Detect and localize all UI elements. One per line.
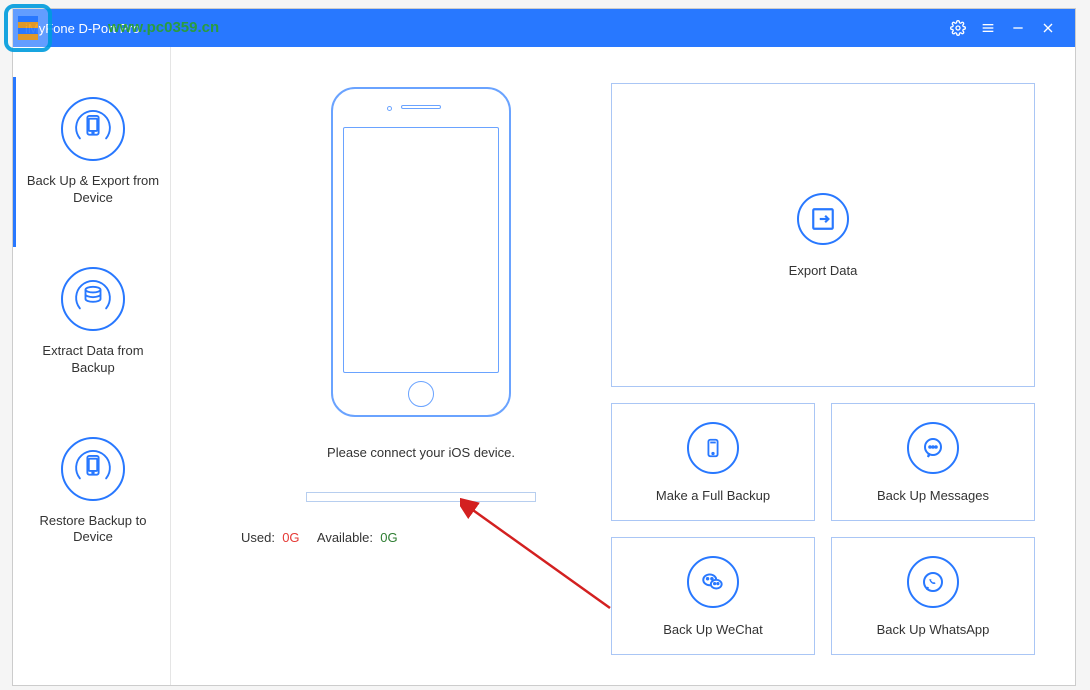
wechat-icon	[687, 556, 739, 608]
menu-button[interactable]	[973, 13, 1003, 43]
card-label: Make a Full Backup	[656, 488, 770, 503]
sidebar: Back Up & Export from Device Extract Dat…	[13, 47, 171, 685]
main-area: Please connect your iOS device. Used: 0G…	[171, 47, 1075, 685]
app-window: iMyFone D-Port Pro	[12, 8, 1076, 686]
sidebar-item-label: Extract Data from Backup	[26, 343, 160, 377]
storage-bar	[306, 492, 536, 502]
sidebar-item-extract[interactable]: Extract Data from Backup	[13, 247, 170, 417]
device-panel: Please connect your iOS device. Used: 0G…	[231, 77, 611, 655]
minimize-icon	[1010, 20, 1026, 36]
messages-card[interactable]: Back Up Messages	[831, 403, 1035, 521]
gear-icon	[950, 20, 966, 36]
settings-button[interactable]	[943, 13, 973, 43]
whatsapp-card[interactable]: Back Up WhatsApp	[831, 537, 1035, 655]
sidebar-item-label: Restore Backup to Device	[26, 513, 160, 547]
extract-data-icon	[61, 267, 125, 331]
sidebar-item-label: Back Up & Export from Device	[26, 173, 160, 207]
app-title: iMyFone D-Port Pro	[25, 21, 943, 36]
connect-prompt: Please connect your iOS device.	[327, 445, 515, 460]
card-label: Back Up WeChat	[663, 622, 762, 637]
sidebar-item-restore[interactable]: Restore Backup to Device	[13, 417, 170, 587]
backup-export-icon	[61, 97, 125, 161]
messages-icon	[907, 422, 959, 474]
full-backup-card[interactable]: Make a Full Backup	[611, 403, 815, 521]
used-value: 0G	[282, 530, 299, 545]
phone-icon	[687, 422, 739, 474]
sidebar-item-backup-export[interactable]: Back Up & Export from Device	[13, 77, 170, 247]
card-label: Back Up WhatsApp	[877, 622, 990, 637]
card-label: Back Up Messages	[877, 488, 989, 503]
whatsapp-icon	[907, 556, 959, 608]
restore-backup-icon	[61, 437, 125, 501]
wechat-card[interactable]: Back Up WeChat	[611, 537, 815, 655]
available-label: Available:	[317, 530, 373, 545]
titlebar: iMyFone D-Port Pro	[13, 9, 1075, 47]
storage-info: Used: 0G Available: 0G	[241, 530, 398, 545]
export-data-card[interactable]: Export Data	[611, 83, 1035, 387]
available-value: 0G	[380, 530, 397, 545]
app-body: Back Up & Export from Device Extract Dat…	[13, 47, 1075, 685]
minimize-button[interactable]	[1003, 13, 1033, 43]
phone-outline-icon	[331, 87, 511, 417]
actions-panel: Export Data Make a Full Backup Back Up M…	[611, 77, 1035, 655]
menu-icon	[980, 20, 996, 36]
export-icon	[797, 193, 849, 245]
used-label: Used:	[241, 530, 275, 545]
close-icon	[1040, 20, 1056, 36]
close-button[interactable]	[1033, 13, 1063, 43]
card-label: Export Data	[789, 263, 858, 278]
